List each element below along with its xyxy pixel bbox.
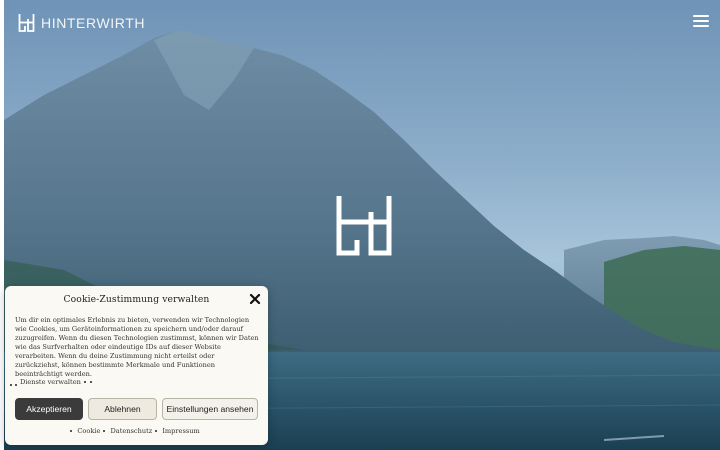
hamburger-menu-icon[interactable] (693, 15, 709, 29)
dialog-title: Cookie-Zustimmung verwalten (63, 294, 210, 305)
cookie-link[interactable]: Cookie (77, 427, 100, 435)
site-logo[interactable]: HINTERWIRTH (18, 13, 145, 32)
cookie-consent-dialog: Cookie-Zustimmung verwalten Um dir ein o… (5, 286, 268, 445)
hinterwirth-logo-icon (336, 196, 392, 256)
brand-name: HINTERWIRTH (41, 14, 146, 31)
privacy-link[interactable]: Datenschutz (110, 427, 152, 435)
dialog-body-text: Um dir ein optimales Erlebnis zu bieten,… (15, 316, 259, 378)
dialog-footer-links: Cookie Datenschutz Impressum (5, 427, 268, 435)
view-settings-button[interactable]: Einstellungen ansehen (162, 398, 258, 420)
accept-button[interactable]: Akzeptieren (15, 398, 83, 420)
deny-button[interactable]: Ablehnen (88, 398, 157, 420)
hinterwirth-logo-icon (18, 14, 35, 32)
close-icon[interactable] (249, 293, 261, 305)
imprint-link[interactable]: Impressum (162, 427, 199, 435)
manage-services-link[interactable]: Dienste verwalten (10, 378, 92, 386)
manage-services-label: Dienste verwalten (20, 378, 81, 386)
